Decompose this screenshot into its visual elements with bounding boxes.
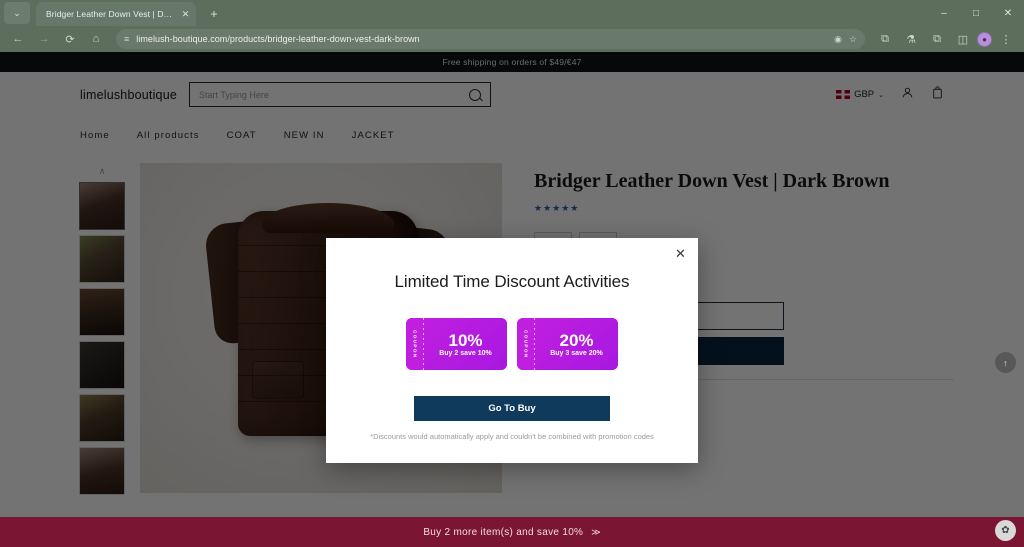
go-to-buy-button[interactable]: Go To Buy xyxy=(414,396,610,421)
browser-toolbar: ← → ⟳ ⌂ ≡ limelush-boutique.com/products… xyxy=(0,26,1024,52)
window-controls: – □ ✕ xyxy=(928,0,1024,26)
promo-arrow-icon: ≫ xyxy=(591,526,601,537)
coupon-stub: COUPON xyxy=(406,318,424,370)
new-tab-button[interactable]: + xyxy=(204,4,224,24)
extensions-icon[interactable]: ⧉ xyxy=(873,28,897,50)
home-icon[interactable]: ⌂ xyxy=(84,28,108,50)
sidebar-icon[interactable]: ◫ xyxy=(951,28,975,50)
lab-flask-icon[interactable]: ⚗ xyxy=(899,28,923,50)
browser-menu-icon[interactable]: ⋮ xyxy=(994,28,1018,50)
profile-avatar[interactable]: ● xyxy=(977,31,992,47)
coupon-list: COUPON 10% Buy 2 save 10% COUPON 20% Buy… xyxy=(406,318,618,370)
browser-chrome: ⌄ Bridger Leather Down Vest | D… ✕ + – □… xyxy=(0,0,1024,52)
coupon-body: 20% Buy 3 save 20% xyxy=(535,318,618,370)
back-icon[interactable]: ← xyxy=(6,28,30,50)
coupon-percent: 10% xyxy=(448,330,483,350)
site-info-icon[interactable]: ≡ xyxy=(124,34,129,44)
eye-icon[interactable]: ◉ xyxy=(834,34,842,45)
forward-icon[interactable]: → xyxy=(32,28,56,50)
address-bar-url: limelush-boutique.com/products/bridger-l… xyxy=(136,34,420,44)
promo-bottom-bar-text: Buy 2 more item(s) and save 10% xyxy=(423,526,584,538)
coupon-card-20[interactable]: COUPON 20% Buy 3 save 20% xyxy=(517,318,618,370)
chat-widget-button[interactable]: ✿ xyxy=(995,520,1016,541)
reload-icon[interactable]: ⟳ xyxy=(58,28,82,50)
modal-disclaimer: *Discounts would automatically apply and… xyxy=(370,432,654,441)
coupon-stub: COUPON xyxy=(517,318,535,370)
promo-bottom-bar[interactable]: Buy 2 more item(s) and save 10% ≫ xyxy=(0,517,1024,547)
window-maximize-button[interactable]: □ xyxy=(960,0,992,26)
address-bar[interactable]: ≡ limelush-boutique.com/products/bridger… xyxy=(116,29,865,49)
scroll-to-top-button[interactable]: ↑ xyxy=(995,352,1016,373)
page-viewport: Free shipping on orders of $49/€47 limel… xyxy=(0,52,1024,547)
split-view-icon[interactable]: ⧉ xyxy=(925,28,949,50)
bookmark-star-icon[interactable]: ☆ xyxy=(849,34,857,45)
window-minimize-button[interactable]: – xyxy=(928,0,960,26)
coupon-subtitle: Buy 2 save 10% xyxy=(439,349,492,357)
tab-title: Bridger Leather Down Vest | D… xyxy=(46,9,173,19)
browser-tab[interactable]: Bridger Leather Down Vest | D… ✕ xyxy=(36,2,196,26)
browser-tabstrip: ⌄ Bridger Leather Down Vest | D… ✕ + – □… xyxy=(0,0,1024,26)
discount-modal: ✕ Limited Time Discount Activities COUPO… xyxy=(326,238,698,463)
window-close-button[interactable]: ✕ xyxy=(992,0,1024,26)
coupon-card-10[interactable]: COUPON 10% Buy 2 save 10% xyxy=(406,318,507,370)
modal-title: Limited Time Discount Activities xyxy=(394,272,630,291)
tab-search-icon[interactable]: ⌄ xyxy=(4,2,30,24)
profile-initial: ● xyxy=(982,34,987,44)
close-icon[interactable]: ✕ xyxy=(673,246,688,261)
coupon-percent: 20% xyxy=(559,330,594,350)
tab-close-icon[interactable]: ✕ xyxy=(179,8,192,21)
coupon-stub-label: COUPON xyxy=(412,329,418,359)
coupon-body: 10% Buy 2 save 10% xyxy=(424,318,507,370)
coupon-subtitle: Buy 3 save 20% xyxy=(550,349,603,357)
coupon-stub-label: COUPON xyxy=(523,329,529,359)
